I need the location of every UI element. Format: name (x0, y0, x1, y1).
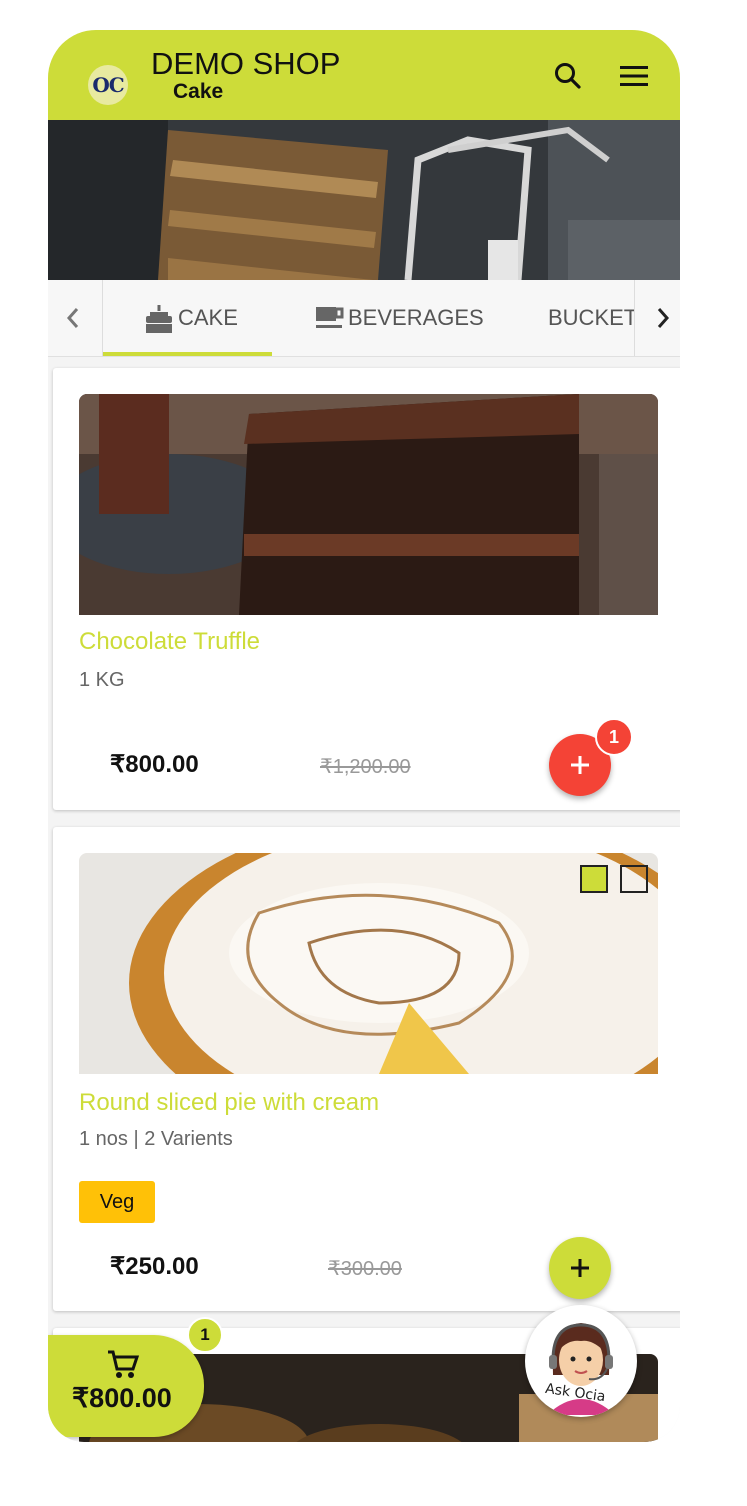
shop-name: DEMO SHOP (151, 46, 341, 81)
product-price: ₹250.00 (110, 1253, 199, 1280)
tab-label: BEVERAGES (348, 305, 484, 330)
product-quantity: 1 KG (79, 669, 125, 691)
product-mrp: ₹1,200.00 (320, 756, 411, 778)
chevron-left-icon (66, 308, 79, 328)
tab-beverages[interactable]: BEVERAGES (314, 280, 484, 356)
tabs-scroll-right-button[interactable] (634, 280, 680, 356)
cart-icon (108, 1350, 140, 1378)
product-mrp: ₹300.00 (328, 1258, 402, 1280)
cart-total: ₹800.00 (72, 1383, 172, 1413)
tab-label: CAKE (178, 305, 238, 330)
product-image (79, 853, 658, 1074)
product-card[interactable]: Round sliced pie with cream 1 nos | 2 Va… (53, 827, 680, 1311)
tabs-scroll-left-button[interactable] (48, 280, 103, 356)
add-to-cart-button[interactable] (549, 1237, 611, 1299)
search-button[interactable] (548, 56, 588, 96)
product-card[interactable]: Chocolate Truffle 1 KG ₹800.00 ₹1,200.00… (53, 368, 680, 810)
ask-ocia-assistant-button[interactable]: Ask Ocia (525, 1305, 637, 1417)
product-name[interactable]: Round sliced pie with cream (79, 1089, 379, 1117)
cart-summary-button[interactable]: ₹800.00 (48, 1335, 204, 1437)
product-variants: 1 nos | 2 Varients (79, 1128, 233, 1150)
shop-banner-image (48, 120, 680, 280)
active-tab-indicator (103, 352, 272, 356)
chevron-right-icon (657, 308, 670, 328)
product-image (79, 394, 658, 615)
shop-logo[interactable]: OC (88, 65, 128, 105)
category-tabs: CAKE BEVERAGES BUCKET (48, 280, 680, 357)
tab-label: BUCKET (548, 305, 638, 330)
cart-count-badge: 1 (187, 1317, 223, 1353)
product-name[interactable]: Chocolate Truffle (79, 628, 260, 656)
current-category: Cake (173, 80, 224, 103)
cake-icon (146, 305, 172, 333)
plus-icon (571, 1259, 589, 1277)
menu-icon (620, 66, 648, 86)
product-price: ₹800.00 (110, 751, 199, 778)
menu-button[interactable] (614, 56, 654, 96)
veg-tag: Veg (79, 1181, 155, 1223)
cart-quantity-badge: 1 (595, 718, 633, 756)
app-bar: OC DEMO SHOP Cake (48, 30, 680, 120)
coffee-icon (316, 307, 344, 328)
tab-bucket[interactable]: BUCKET (548, 280, 637, 356)
tab-cake[interactable]: CAKE (144, 280, 238, 356)
variant-swatch[interactable] (620, 865, 648, 893)
app-screen: OC DEMO SHOP Cake CAKE BEVERAGES BUCKET … (48, 30, 680, 1442)
search-icon (555, 63, 581, 89)
variant-swatch[interactable] (580, 865, 608, 893)
